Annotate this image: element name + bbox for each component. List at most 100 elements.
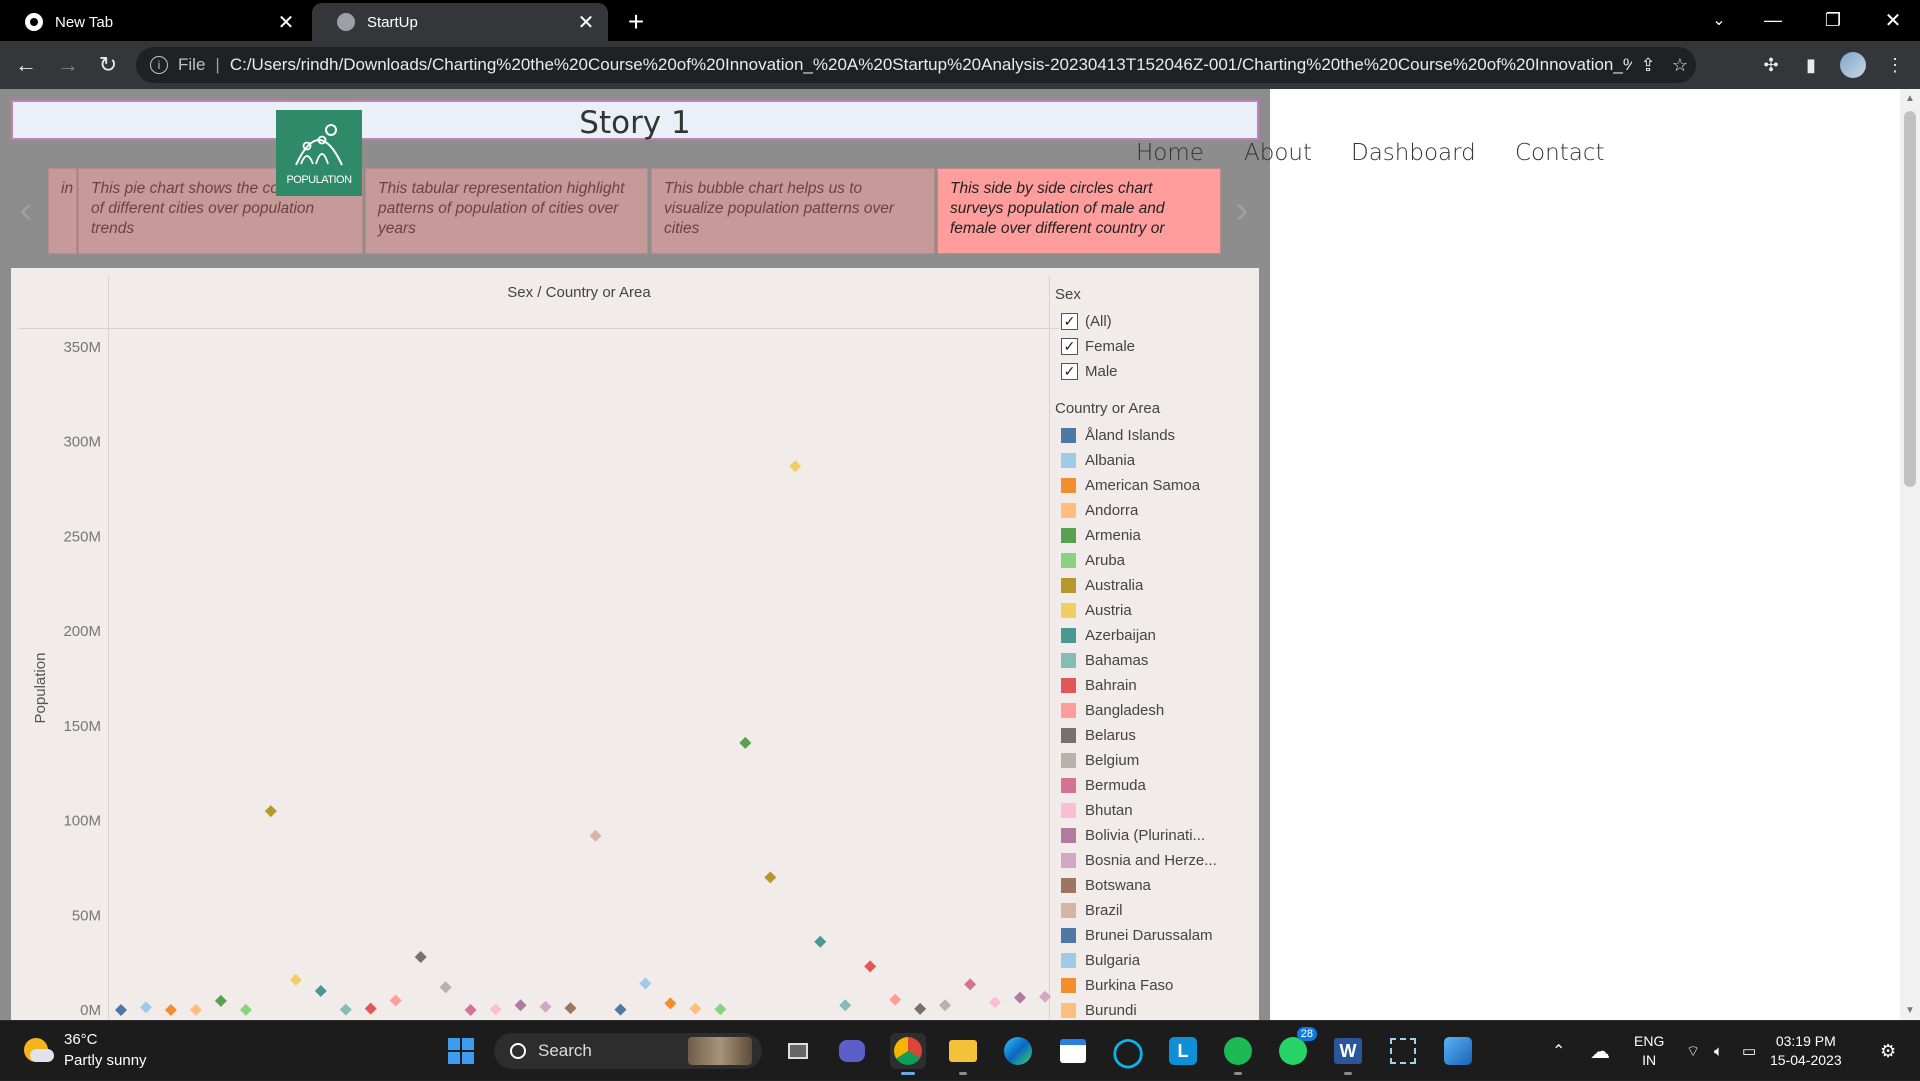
scatter-point[interactable] (989, 996, 1002, 1009)
scatter-point[interactable] (614, 1003, 627, 1016)
legend-item[interactable]: Albania (1055, 448, 1255, 473)
scatter-point[interactable] (864, 960, 877, 973)
sex-filter-option[interactable]: ✓ (All) (1055, 309, 1255, 334)
scatter-point[interactable] (389, 994, 402, 1007)
scatter-point[interactable] (139, 1001, 152, 1014)
scatter-point[interactable] (764, 871, 777, 884)
legend-item[interactable]: Bahamas (1055, 648, 1255, 673)
legend-item[interactable]: Austria (1055, 598, 1255, 623)
story-next-arrow[interactable]: › (1230, 189, 1254, 231)
wifi-icon[interactable]: ⌔ (1686, 1021, 1700, 1081)
legend-item[interactable]: Brazil (1055, 898, 1255, 923)
scatter-point[interactable] (239, 1003, 252, 1016)
scatter-point[interactable] (189, 1003, 202, 1016)
page-scrollbar[interactable]: ▲ ▼ (1900, 89, 1920, 1020)
info-icon[interactable]: i (150, 56, 168, 74)
sex-filter-option[interactable]: ✓ Male (1055, 359, 1255, 384)
taskbar-search[interactable]: Search (494, 1033, 762, 1069)
close-window-button[interactable]: ✕ (1866, 0, 1920, 40)
back-icon[interactable]: ← (10, 49, 42, 81)
story-point-caption[interactable]: This tabular representation highlight pa… (365, 168, 648, 254)
restore-button[interactable]: ❐ (1806, 0, 1860, 40)
scatter-point[interactable] (714, 1003, 727, 1016)
snipping-tool-icon[interactable] (1385, 1033, 1421, 1069)
legend-item[interactable]: Aruba (1055, 548, 1255, 573)
forward-icon[interactable]: → (52, 49, 84, 81)
legend-item[interactable]: Burkina Faso (1055, 973, 1255, 998)
scatter-point[interactable] (464, 1003, 477, 1016)
scatter-point[interactable] (789, 460, 802, 473)
notifications-icon[interactable]: ⚙ (1880, 1021, 1896, 1081)
bookmark-star-icon[interactable]: ☆ (1664, 55, 1696, 76)
side-panel-icon[interactable]: ▮ (1798, 52, 1824, 78)
edge-icon[interactable] (1000, 1033, 1036, 1069)
extensions-icon[interactable]: ✣ (1758, 52, 1784, 78)
profile-avatar[interactable] (1840, 52, 1866, 78)
legend-item[interactable]: Bangladesh (1055, 698, 1255, 723)
menu-icon[interactable]: ⋮ (1882, 52, 1908, 78)
scatter-point[interactable] (289, 973, 302, 986)
story-prev-arrow[interactable]: ‹ (14, 189, 38, 231)
legend-item[interactable]: Armenia (1055, 523, 1255, 548)
file-explorer-icon[interactable] (945, 1033, 981, 1075)
l-app-icon[interactable]: L (1165, 1033, 1201, 1069)
scatter-point[interactable] (115, 1003, 127, 1016)
start-button[interactable] (443, 1033, 479, 1069)
minimize-button[interactable]: — (1746, 0, 1800, 40)
whatsapp-icon[interactable]: 28 (1275, 1027, 1317, 1069)
scatter-point[interactable] (914, 1002, 927, 1015)
onedrive-icon[interactable]: ☁ (1590, 1021, 1610, 1081)
store-icon[interactable] (1055, 1033, 1091, 1069)
scatter-point[interactable] (964, 978, 977, 991)
sex-filter-option[interactable]: ✓ Female (1055, 334, 1255, 359)
nav-contact[interactable]: Contact (1515, 140, 1604, 166)
tab-new-tab[interactable]: New Tab ✕ (0, 3, 308, 41)
scatter-point[interactable] (514, 999, 527, 1012)
scatter-point[interactable] (164, 1003, 177, 1016)
legend-item[interactable]: Bosnia and Herze... (1055, 848, 1255, 873)
checkbox-icon[interactable]: ✓ (1061, 338, 1078, 355)
population-logo[interactable]: POPULATION (276, 110, 362, 196)
legend-item[interactable]: Belgium (1055, 748, 1255, 773)
scatter-point[interactable] (489, 1003, 502, 1016)
legend-item[interactable]: Azerbaijan (1055, 623, 1255, 648)
close-tab-icon[interactable]: ✕ (572, 8, 600, 36)
language-indicator[interactable]: ENG IN (1634, 1032, 1664, 1070)
chrome-taskbar-icon[interactable] (890, 1033, 926, 1075)
scatter-point[interactable] (739, 736, 752, 749)
story-point-caption[interactable]: in (48, 168, 77, 254)
checkbox-icon[interactable]: ✓ (1061, 363, 1078, 380)
legend-item[interactable]: Bulgaria (1055, 948, 1255, 973)
close-tab-icon[interactable]: ✕ (272, 8, 300, 36)
scatter-point[interactable] (664, 997, 677, 1010)
scatter-point[interactable] (439, 981, 452, 994)
task-view-icon[interactable] (780, 1033, 816, 1069)
scatter-point[interactable] (839, 999, 852, 1012)
nav-home[interactable]: Home (1136, 140, 1204, 166)
scatter-point[interactable] (539, 1000, 552, 1013)
scatter-point[interactable] (214, 994, 227, 1007)
scatter-point[interactable] (814, 935, 827, 948)
scatter-point[interactable] (564, 1002, 577, 1015)
scatter-point[interactable] (889, 993, 902, 1006)
scatter-point[interactable] (689, 1002, 702, 1015)
scatter-point[interactable] (639, 977, 652, 990)
scatter-point[interactable] (339, 1003, 352, 1016)
story-point-caption-active[interactable]: This side by side circles chart surveys … (937, 168, 1221, 254)
legend-item[interactable]: Brunei Darussalam (1055, 923, 1255, 948)
tray-chevron-icon[interactable]: ⌃ (1552, 1021, 1565, 1081)
spotify-icon[interactable] (1220, 1033, 1256, 1075)
scatter-point[interactable] (314, 985, 327, 998)
legend-item[interactable]: Bermuda (1055, 773, 1255, 798)
legend-item[interactable]: Åland Islands (1055, 423, 1255, 448)
reload-icon[interactable]: ↻ (92, 49, 124, 81)
scatter-point[interactable] (1039, 990, 1051, 1003)
scatter-point[interactable] (589, 829, 602, 842)
word-icon[interactable]: W (1330, 1033, 1366, 1075)
scroll-up-icon[interactable]: ▲ (1900, 93, 1920, 104)
new-tab-button[interactable]: + (620, 6, 652, 38)
legend-item[interactable]: Australia (1055, 573, 1255, 598)
clock[interactable]: 03:19 PM 15-04-2023 (1770, 1032, 1842, 1070)
share-icon[interactable]: ⇪ (1632, 55, 1664, 76)
teams-chat-icon[interactable] (834, 1033, 870, 1069)
